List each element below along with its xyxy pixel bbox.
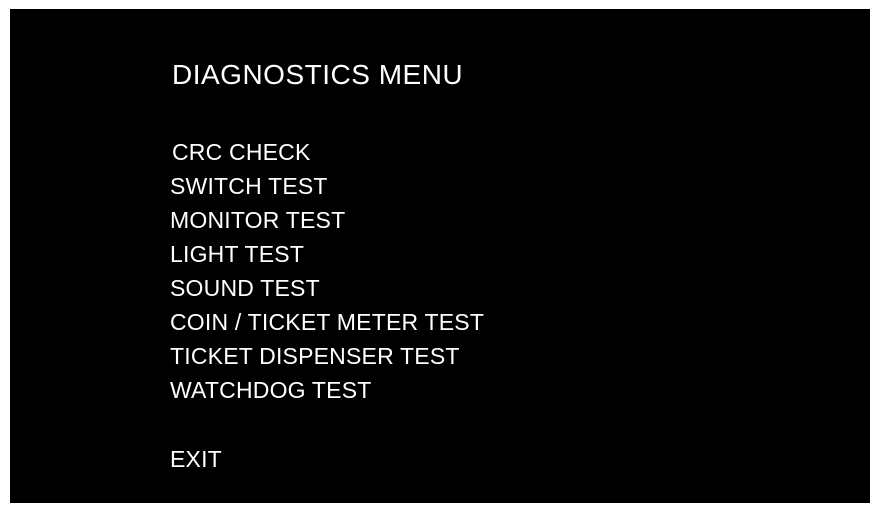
diagnostics-screen: DIAGNOSTICS MENU CRC CHECK SWITCH TEST M… — [10, 9, 870, 503]
diagnostics-menu-list: CRC CHECK SWITCH TEST MONITOR TEST LIGHT… — [170, 135, 484, 407]
menu-item-exit[interactable]: EXIT — [170, 442, 222, 476]
menu-item-light-test[interactable]: LIGHT TEST — [170, 237, 484, 271]
menu-item-sound-test[interactable]: SOUND TEST — [170, 271, 484, 305]
menu-item-switch-test[interactable]: SWITCH TEST — [170, 169, 484, 203]
page-title: DIAGNOSTICS MENU — [172, 59, 464, 90]
menu-item-monitor-test[interactable]: MONITOR TEST — [170, 203, 484, 237]
menu-item-crc-check[interactable]: CRC CHECK — [170, 135, 484, 169]
menu-item-coin-ticket-meter-test[interactable]: COIN / TICKET METER TEST — [170, 305, 484, 339]
menu-item-watchdog-test[interactable]: WATCHDOG TEST — [170, 373, 484, 407]
menu-item-ticket-dispenser-test[interactable]: TICKET DISPENSER TEST — [170, 339, 484, 373]
